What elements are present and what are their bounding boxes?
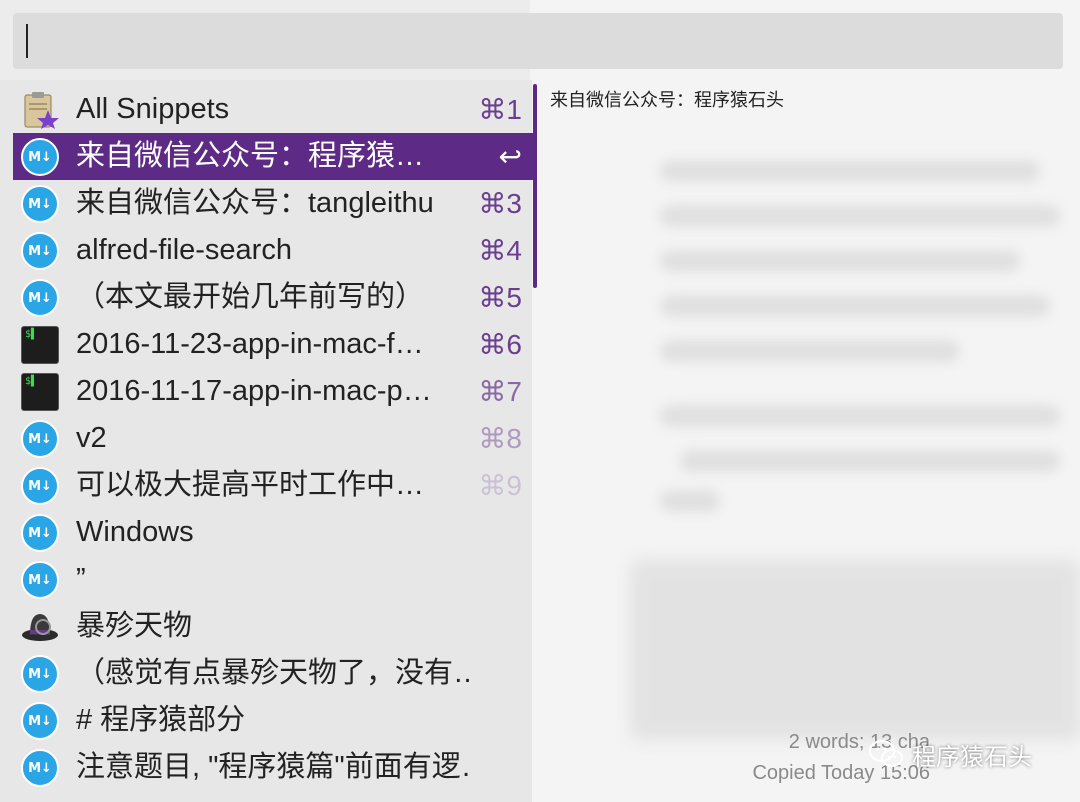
list-item-label: （感觉有点暴殄天物了，没有… [76, 657, 471, 689]
list-item-label: # 程序猿部分 [76, 704, 246, 736]
markdown-icon: M↓ [21, 655, 59, 693]
markdown-icon: M↓ [21, 420, 59, 458]
text-caret [26, 24, 28, 58]
markdown-icon: M↓ [21, 561, 59, 599]
markdown-icon: M↓ [21, 279, 59, 317]
search-input[interactable] [13, 13, 1063, 69]
list-item-label: 可以极大提高平时工作中… [76, 469, 425, 501]
list-item-label: 来自微信公众号：tangleithu [76, 187, 434, 219]
list-item-label: Windows [76, 516, 194, 548]
list-item[interactable]: M↓ v2 ⌘8 [13, 415, 534, 462]
shortcut-hint: ⌘8 [478, 423, 522, 454]
list-item-label: ” [76, 563, 86, 595]
list-item[interactable]: M↓ ” [13, 556, 534, 603]
list-item[interactable]: M↓ 可以极大提高平时工作中… ⌘9 [13, 462, 534, 509]
list-item-label: 注意题目, "程序猿篇"前面有逻… [76, 751, 471, 783]
markdown-icon: M↓ [21, 185, 59, 223]
shortcut-hint: ⌘7 [478, 376, 522, 407]
list-item[interactable]: M↓ 来自微信公众号：程序猿… ↩ [13, 133, 534, 180]
list-item-label: All Snippets [76, 93, 230, 125]
wechat-icon [869, 740, 903, 767]
list-item[interactable]: All Snippets ⌘1 [13, 86, 534, 133]
list-item[interactable]: M↓ （本文最开始几年前写的） ⌘5 [13, 274, 534, 321]
list-item[interactable]: M↓ 来自微信公众号：tangleithu ⌘3 [13, 180, 534, 227]
list-item[interactable]: M↓ 注意题目, "程序猿篇"前面有逻… [13, 744, 534, 791]
list-item[interactable]: $▌ 2016-11-23-app-in-mac-f… ⌘6 [13, 321, 534, 368]
markdown-icon: M↓ [21, 138, 59, 176]
alfred-window: All Snippets ⌘1 M↓ 来自微信公众号：程序猿… ↩ M↓ 来自微信公众号：t… [0, 0, 1080, 802]
markdown-icon: M↓ [21, 702, 59, 740]
list-item-label: 来自微信公众号：程序猿… [76, 140, 425, 172]
watermark: 程序猿石头 [868, 736, 1032, 772]
markdown-icon: M↓ [21, 232, 59, 270]
snippets-icon [21, 91, 59, 129]
markdown-icon: M↓ [21, 514, 59, 552]
list-item-label: v2 [76, 422, 107, 454]
shortcut-hint: ⌘1 [478, 94, 522, 125]
markdown-icon: M↓ [21, 467, 59, 505]
list-item-label: 2016-11-23-app-in-mac-f… [76, 328, 424, 360]
shortcut-hint: ⌘6 [478, 329, 522, 360]
list-item[interactable]: M↓ （感觉有点暴殄天物了，没有… [13, 650, 534, 697]
terminal-icon: $▌ [21, 373, 59, 411]
list-item[interactable]: M↓ Windows [13, 509, 534, 556]
return-key-hint: ↩ [498, 141, 522, 172]
list-item-label: 2016-11-17-app-in-mac-p… [76, 375, 432, 407]
list-item-label: 暴殄天物 [76, 610, 193, 642]
shortcut-hint: ⌘9 [478, 470, 522, 501]
list-item-label: alfred-file-search [76, 234, 292, 266]
shortcut-hint: ⌘3 [478, 188, 522, 219]
terminal-icon: $▌ [21, 326, 59, 364]
shortcut-hint: ⌘5 [478, 282, 522, 313]
list-item[interactable]: M↓ alfred-file-search ⌘4 [13, 227, 534, 274]
list-item[interactable]: M↓ # 程序猿部分 [13, 697, 534, 744]
markdown-icon: M↓ [21, 749, 59, 787]
preview-title: 来自微信公众号：程序猿石头 [550, 90, 784, 110]
list-item[interactable]: $▌ 2016-11-17-app-in-mac-p… ⌘7 [13, 368, 534, 415]
alfred-hat-icon [21, 608, 59, 646]
shortcut-hint: ⌘4 [478, 235, 522, 266]
watermark-text: 程序猿石头 [912, 743, 1032, 771]
list-item-label: （本文最开始几年前写的） [76, 281, 425, 313]
list-item[interactable]: 暴殄天物 [13, 603, 534, 650]
